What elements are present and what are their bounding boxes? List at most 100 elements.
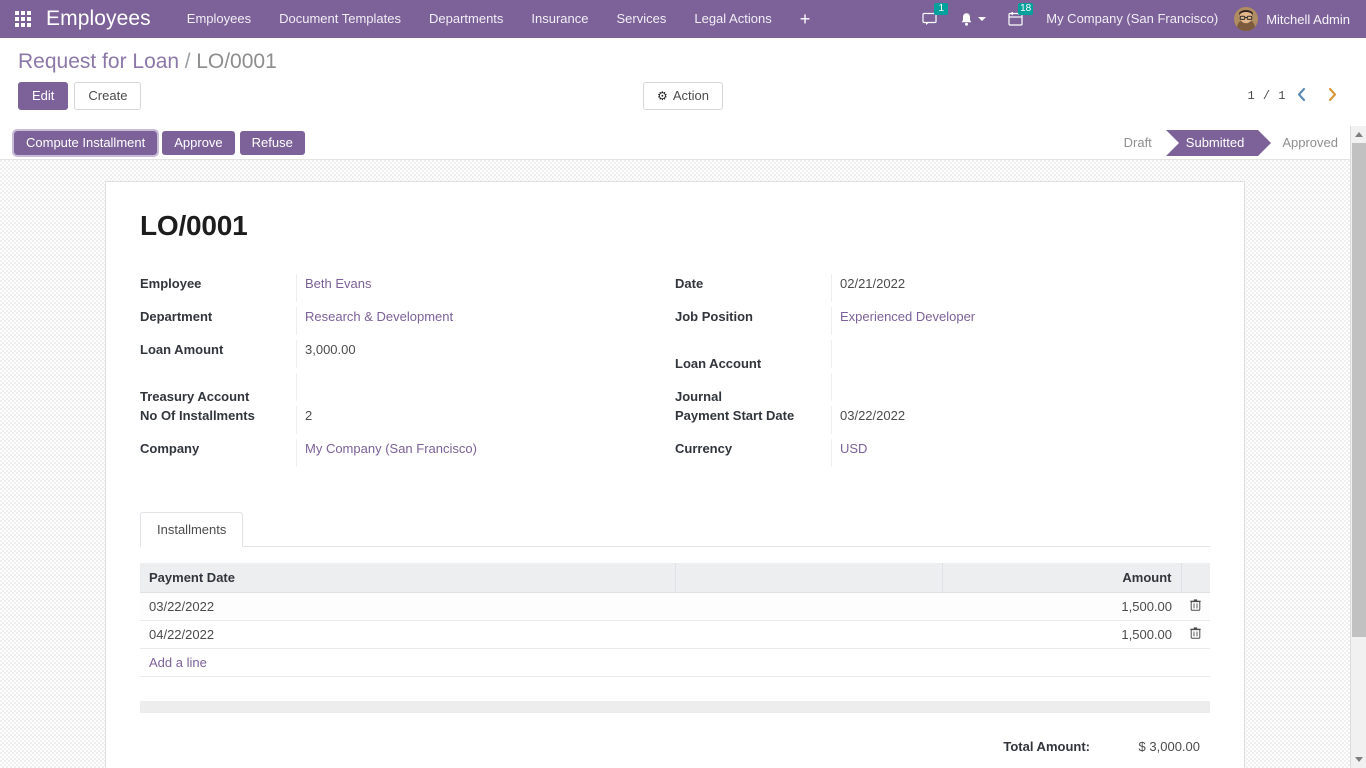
totals-section: Total Amount: $ 3,000.00 Total Paid Amou… [140, 739, 1210, 768]
field-value-loan-account[interactable] [831, 340, 1210, 368]
field-company: Company My Company (San Francisco) [140, 439, 675, 472]
column-header-blank [675, 563, 943, 593]
scroll-down-button[interactable] [1351, 751, 1366, 768]
field-label-journal: Journal [675, 389, 831, 404]
workflow-buttons: Compute Installment Approve Refuse [14, 131, 305, 155]
column-header-actions [1181, 563, 1210, 593]
apps-grid-icon [15, 11, 31, 27]
cell-payment-date[interactable]: 03/22/2022 [140, 593, 675, 621]
record-title: LO/0001 [140, 210, 1210, 242]
column-header-payment-date[interactable]: Payment Date [140, 563, 675, 593]
refuse-button[interactable]: Refuse [240, 131, 305, 155]
field-value-employee[interactable]: Beth Evans [296, 274, 675, 302]
chevron-left-icon [1296, 87, 1307, 102]
compute-installment-button[interactable]: Compute Installment [14, 131, 157, 155]
menu-services[interactable]: Services [603, 0, 681, 38]
notebook-page-installments: Payment Date Amount 03/22/2022 1,500.00 [140, 547, 1210, 768]
field-currency: Currency USD [675, 439, 1210, 472]
apps-menu-button[interactable] [0, 0, 46, 38]
field-department: Department Research & Development [140, 307, 675, 340]
total-amount-value: $ 3,000.00 [1090, 739, 1200, 754]
notebook: Installments Payment Date Amount [140, 512, 1210, 768]
pager-value: 1 / 1 [1247, 89, 1286, 103]
add-a-line-button[interactable]: Add a line [149, 655, 207, 670]
vertical-scrollbar[interactable] [1350, 126, 1366, 768]
delete-row-button[interactable] [1181, 593, 1210, 621]
field-value-journal[interactable] [831, 373, 1210, 401]
field-value-job-position[interactable]: Experienced Developer [831, 307, 1210, 335]
menu-document-templates[interactable]: Document Templates [265, 0, 415, 38]
installments-table: Payment Date Amount 03/22/2022 1,500.00 [140, 563, 1210, 677]
table-row[interactable]: 04/22/2022 1,500.00 [140, 621, 1210, 649]
tab-installments[interactable]: Installments [140, 512, 243, 547]
field-label-job-position: Job Position [675, 309, 831, 324]
app-brand-employees[interactable]: Employees [46, 7, 173, 31]
field-value-payment-start-date[interactable]: 03/22/2022 [831, 406, 1210, 434]
field-payment-start-date: Payment Start Date 03/22/2022 [675, 406, 1210, 439]
create-button[interactable]: Create [74, 82, 141, 110]
add-line-row[interactable]: Add a line [140, 649, 1210, 677]
breadcrumb: Request for Loan / LO/0001 [0, 38, 1366, 74]
bell-icon [960, 12, 973, 27]
breadcrumb-root-link[interactable]: Request for Loan [18, 50, 179, 73]
form-column-left: Employee Beth Evans Department Research … [140, 274, 675, 472]
stage-approved[interactable]: Approved [1258, 130, 1352, 156]
chevron-right-icon [1327, 87, 1338, 102]
scroll-up-button[interactable] [1351, 126, 1366, 143]
trash-icon [1190, 599, 1201, 611]
pager-previous-button[interactable] [1286, 87, 1317, 105]
field-value-currency[interactable]: USD [831, 439, 1210, 467]
edit-button[interactable]: Edit [18, 82, 68, 110]
field-value-date[interactable]: 02/21/2022 [831, 274, 1210, 302]
control-panel: Request for Loan / LO/0001 Edit Create ⚙… [0, 38, 1366, 118]
add-menu-button[interactable]: + [786, 0, 825, 38]
cell-amount[interactable]: 1,500.00 [943, 593, 1182, 621]
table-row[interactable]: 03/22/2022 1,500.00 [140, 593, 1210, 621]
field-journal: Journal [675, 373, 1210, 406]
navbar-right-cluster: 1 18 My Company (San Francisco) [911, 0, 1366, 38]
menu-insurance[interactable]: Insurance [517, 0, 602, 38]
stage-draft[interactable]: Draft [1112, 130, 1166, 156]
user-menu-button[interactable]: Mitchell Admin [1230, 0, 1358, 38]
cell-amount[interactable]: 1,500.00 [943, 621, 1182, 649]
form-fields: Employee Beth Evans Department Research … [140, 274, 1210, 472]
field-value-treasury-account[interactable] [296, 373, 675, 401]
installments-table-header: Payment Date Amount [140, 563, 1210, 593]
field-label-loan-account: Loan Account [675, 356, 831, 371]
control-panel-buttons: Edit Create ⚙ Action 1 / 1 [0, 74, 1366, 118]
field-employee: Employee Beth Evans [140, 274, 675, 307]
top-navbar: Employees Employees Document Templates D… [0, 0, 1366, 38]
pager-next-button[interactable] [1317, 87, 1348, 105]
activities-menu-button[interactable]: 18 [997, 0, 1034, 38]
total-amount-label: Total Amount: [1003, 739, 1090, 754]
field-label-employee: Employee [140, 276, 296, 291]
menu-departments[interactable]: Departments [415, 0, 517, 38]
action-menu-label: Action [673, 88, 709, 104]
field-value-no-of-installments[interactable]: 2 [296, 406, 675, 434]
add-line-cell: Add a line [140, 649, 1210, 677]
stage-submitted[interactable]: Submitted [1166, 130, 1259, 156]
action-menu-button[interactable]: ⚙ Action [643, 82, 723, 110]
triangle-down-icon [1355, 757, 1363, 762]
column-header-amount[interactable]: Amount [943, 563, 1182, 593]
field-label-payment-start-date: Payment Start Date [675, 408, 831, 423]
field-job-position: Job Position Experienced Developer [675, 307, 1210, 340]
trash-icon [1190, 627, 1201, 639]
field-value-company[interactable]: My Company (San Francisco) [296, 439, 675, 467]
menu-legal-actions[interactable]: Legal Actions [680, 0, 785, 38]
delete-row-button[interactable] [1181, 621, 1210, 649]
approve-button[interactable]: Approve [162, 131, 234, 155]
field-label-currency: Currency [675, 441, 831, 456]
cell-payment-date[interactable]: 04/22/2022 [140, 621, 675, 649]
breadcrumb-separator: / [183, 50, 193, 73]
company-switcher[interactable]: My Company (San Francisco) [1034, 0, 1230, 38]
form-sheet: LO/0001 Employee Beth Evans Department R… [105, 181, 1245, 768]
field-value-department[interactable]: Research & Development [296, 307, 675, 335]
activity-bell-button[interactable] [949, 0, 997, 38]
messaging-menu-button[interactable]: 1 [911, 0, 949, 38]
field-value-loan-amount[interactable]: 3,000.00 [296, 340, 675, 368]
scrollbar-thumb[interactable] [1352, 143, 1366, 637]
field-label-department: Department [140, 309, 296, 324]
activities-badge: 18 [1018, 3, 1033, 15]
menu-employees[interactable]: Employees [173, 0, 265, 38]
